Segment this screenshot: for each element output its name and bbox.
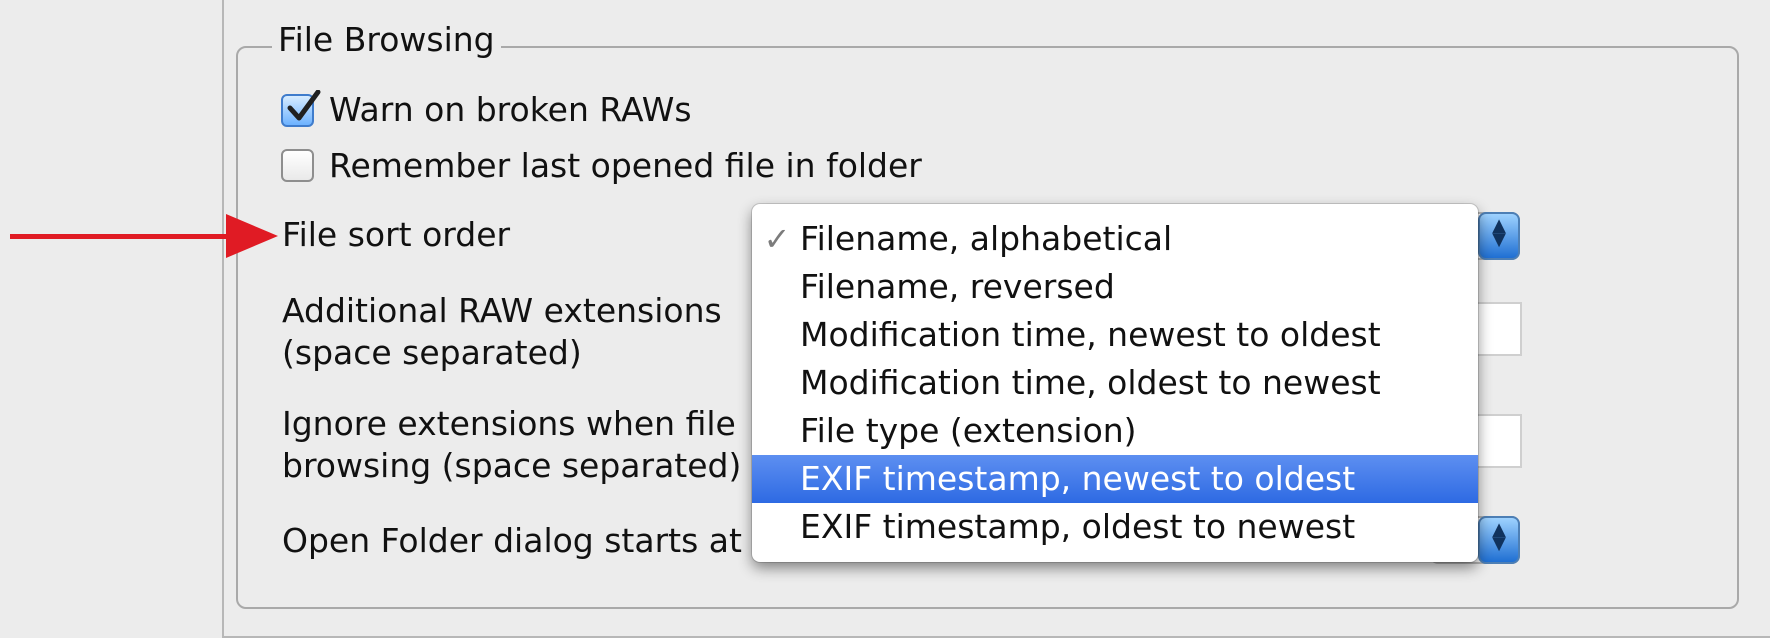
menu-item-label: EXIF timestamp, newest to oldest bbox=[800, 459, 1356, 498]
remember-last-file-checkbox[interactable] bbox=[281, 149, 314, 182]
file-sort-order-label: File sort order bbox=[282, 215, 511, 254]
menu-item-exif-oldest[interactable]: EXIF timestamp, oldest to newest bbox=[752, 503, 1478, 551]
menu-item-exif-newest[interactable]: EXIF timestamp, newest to oldest bbox=[752, 455, 1478, 503]
ignore-extensions-label: Ignore extensions when file bbox=[282, 404, 736, 443]
menu-item-label: Modification time, newest to oldest bbox=[800, 315, 1381, 354]
checkmark-icon bbox=[287, 90, 321, 121]
open-folder-label: Open Folder dialog starts at bbox=[282, 521, 742, 560]
menu-item-modification-oldest[interactable]: Modification time, oldest to newest bbox=[752, 359, 1478, 407]
ignore-extensions-input[interactable] bbox=[1472, 414, 1522, 468]
menu-item-label: Filename, alphabetical bbox=[800, 219, 1173, 258]
menu-item-filename-reversed[interactable]: Filename, reversed bbox=[752, 263, 1478, 311]
up-down-arrows-icon[interactable]: ▲ ▼ bbox=[1478, 212, 1520, 260]
file-sort-order-menu[interactable]: ✓ Filename, alphabetical Filename, rever… bbox=[752, 204, 1478, 562]
menu-item-label: File type (extension) bbox=[800, 411, 1137, 450]
remember-last-file-label: Remember last opened file in folder bbox=[329, 146, 922, 185]
menu-item-label: Modification time, oldest to newest bbox=[800, 363, 1381, 402]
red-arrow-icon bbox=[10, 234, 244, 239]
menu-item-label: Filename, reversed bbox=[800, 267, 1115, 306]
menu-item-file-type[interactable]: File type (extension) bbox=[752, 407, 1478, 455]
group-title: File Browsing bbox=[272, 18, 501, 62]
selected-check-icon: ✓ bbox=[763, 220, 791, 258]
additional-raw-extensions-input[interactable] bbox=[1472, 302, 1522, 356]
menu-item-label: EXIF timestamp, oldest to newest bbox=[800, 507, 1356, 546]
open-folder-select-arrows-icon[interactable]: ▲ ▼ bbox=[1478, 516, 1520, 564]
additional-raw-extensions-label: Additional RAW extensions bbox=[282, 291, 722, 330]
ignore-extensions-sublabel: browsing (space separated) bbox=[282, 446, 742, 485]
warn-broken-raws-label: Warn on broken RAWs bbox=[329, 90, 692, 129]
menu-item-filename-alphabetical[interactable]: ✓ Filename, alphabetical bbox=[752, 215, 1478, 263]
warn-broken-raws-checkbox[interactable] bbox=[281, 90, 321, 127]
additional-raw-extensions-sublabel: (space separated) bbox=[282, 333, 582, 372]
menu-item-modification-newest[interactable]: Modification time, newest to oldest bbox=[752, 311, 1478, 359]
red-arrow-head-icon bbox=[226, 214, 278, 258]
